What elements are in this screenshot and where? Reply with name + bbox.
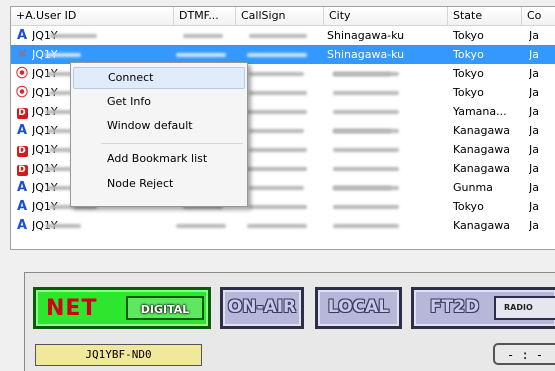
dstar-d-icon: D	[16, 108, 28, 119]
country-cell: Ja	[529, 143, 539, 156]
redacted-text	[333, 129, 399, 133]
redacted-text	[333, 224, 399, 228]
state-cell: Gunma	[453, 181, 493, 194]
state-cell: Kanagawa	[453, 219, 510, 232]
asterisk-a-icon: A	[16, 218, 28, 233]
country-cell: Ja	[529, 219, 539, 232]
dstar-d-icon: D	[16, 146, 28, 157]
country-cell: Ja	[529, 29, 539, 42]
redacted-text	[247, 110, 307, 114]
table-row[interactable]: A JQ1Y Shinagawa-ku Tokyo Ja	[11, 26, 555, 45]
redacted-text	[49, 34, 97, 38]
state-cell: Tokyo	[453, 86, 484, 99]
state-cell: Tokyo	[453, 67, 484, 80]
redacted-text	[249, 186, 304, 190]
table-row[interactable]: AJQ1YKanagawaJa	[11, 216, 555, 235]
redacted-text	[333, 148, 399, 152]
radio-label: RADIO	[494, 296, 555, 320]
redacted-text	[333, 110, 399, 114]
redacted-text	[333, 167, 399, 171]
redacted-text	[333, 186, 399, 190]
column-header-state[interactable]: State	[448, 7, 522, 25]
state-cell: Tokyo	[453, 200, 484, 213]
wifi-icon: ⦿	[15, 66, 28, 80]
list-header: +A.User ID DTMF... CallSign City State C…	[11, 7, 555, 26]
asterisk-a-icon: A	[16, 199, 28, 214]
redacted-text	[176, 224, 226, 228]
state-cell: Yamana...	[453, 105, 507, 118]
country-cell: Ja	[529, 105, 539, 118]
country-cell: Ja	[529, 181, 539, 194]
column-header-country[interactable]: Co	[522, 7, 555, 25]
control-panel: NET DIGITAL ON-AIR LOCAL FT2D RADIO JQ1Y…	[24, 272, 555, 371]
local-button[interactable]: LOCAL	[315, 287, 402, 329]
redacted-text	[249, 72, 304, 76]
state-cell: Tokyo	[453, 29, 484, 42]
menu-item-node-reject[interactable]: Node Reject	[73, 173, 245, 195]
redacted-text	[333, 205, 399, 209]
net-button[interactable]: NET DIGITAL	[33, 287, 211, 329]
country-cell: Ja	[529, 124, 539, 137]
asterisk-a-icon: A	[16, 28, 28, 43]
redacted-text	[249, 205, 307, 209]
redacted-text	[249, 34, 307, 38]
redacted-text	[333, 91, 399, 95]
asterisk-a-icon: A	[16, 123, 28, 138]
dstar-d-icon: D	[16, 165, 28, 176]
menu-item-connect[interactable]: Connect	[73, 67, 245, 89]
menu-item-add-bookmark[interactable]: Add Bookmark list	[73, 148, 245, 170]
redacted-text	[249, 148, 307, 152]
redacted-text	[249, 91, 307, 95]
redacted-text	[176, 53, 226, 57]
country-cell: Ja	[529, 162, 539, 175]
wifi-icon: ⦿	[15, 85, 28, 99]
node-x-icon: ✖	[16, 47, 28, 61]
column-header-callsign[interactable]: CallSign	[236, 7, 324, 25]
redacted-text	[333, 72, 399, 76]
column-header-user-id[interactable]: +A.User ID	[11, 7, 174, 25]
context-menu: Connect Get Info Window default Add Book…	[70, 62, 248, 207]
net-label: NET	[46, 296, 98, 321]
menu-item-get-info[interactable]: Get Info	[73, 91, 245, 113]
redacted-text	[247, 53, 307, 57]
redacted-text	[247, 224, 307, 228]
redacted-text	[45, 53, 81, 57]
state-cell: Kanagawa	[453, 143, 510, 156]
redacted-text	[183, 34, 223, 38]
state-cell: Kanagawa	[453, 124, 510, 137]
country-cell: Ja	[529, 48, 539, 61]
on-air-button[interactable]: ON-AIR	[220, 287, 304, 329]
city-cell: Shinagawa-ku	[327, 29, 405, 42]
city-cell: Shinagawa-ku	[327, 48, 405, 61]
clock-display: - : -	[493, 343, 555, 365]
redacted-text	[249, 129, 304, 133]
digital-indicator: DIGITAL	[126, 296, 204, 320]
state-cell: Kanagawa	[453, 162, 510, 175]
column-header-city[interactable]: City	[324, 7, 448, 25]
node-callsign-field[interactable]: JQ1YBF-ND0	[35, 344, 202, 366]
redacted-text	[45, 224, 81, 228]
country-cell: Ja	[529, 86, 539, 99]
menu-separator	[101, 143, 243, 144]
asterisk-a-icon: A	[16, 180, 28, 195]
country-cell: Ja	[529, 67, 539, 80]
ft2d-button[interactable]: FT2D RADIO	[411, 287, 555, 329]
country-cell: Ja	[529, 200, 539, 213]
redacted-text	[247, 167, 307, 171]
menu-item-window-default[interactable]: Window default	[73, 115, 245, 137]
state-cell: Tokyo	[453, 48, 484, 61]
column-header-dtmf[interactable]: DTMF...	[174, 7, 236, 25]
ft2d-label: FT2D	[430, 297, 480, 317]
